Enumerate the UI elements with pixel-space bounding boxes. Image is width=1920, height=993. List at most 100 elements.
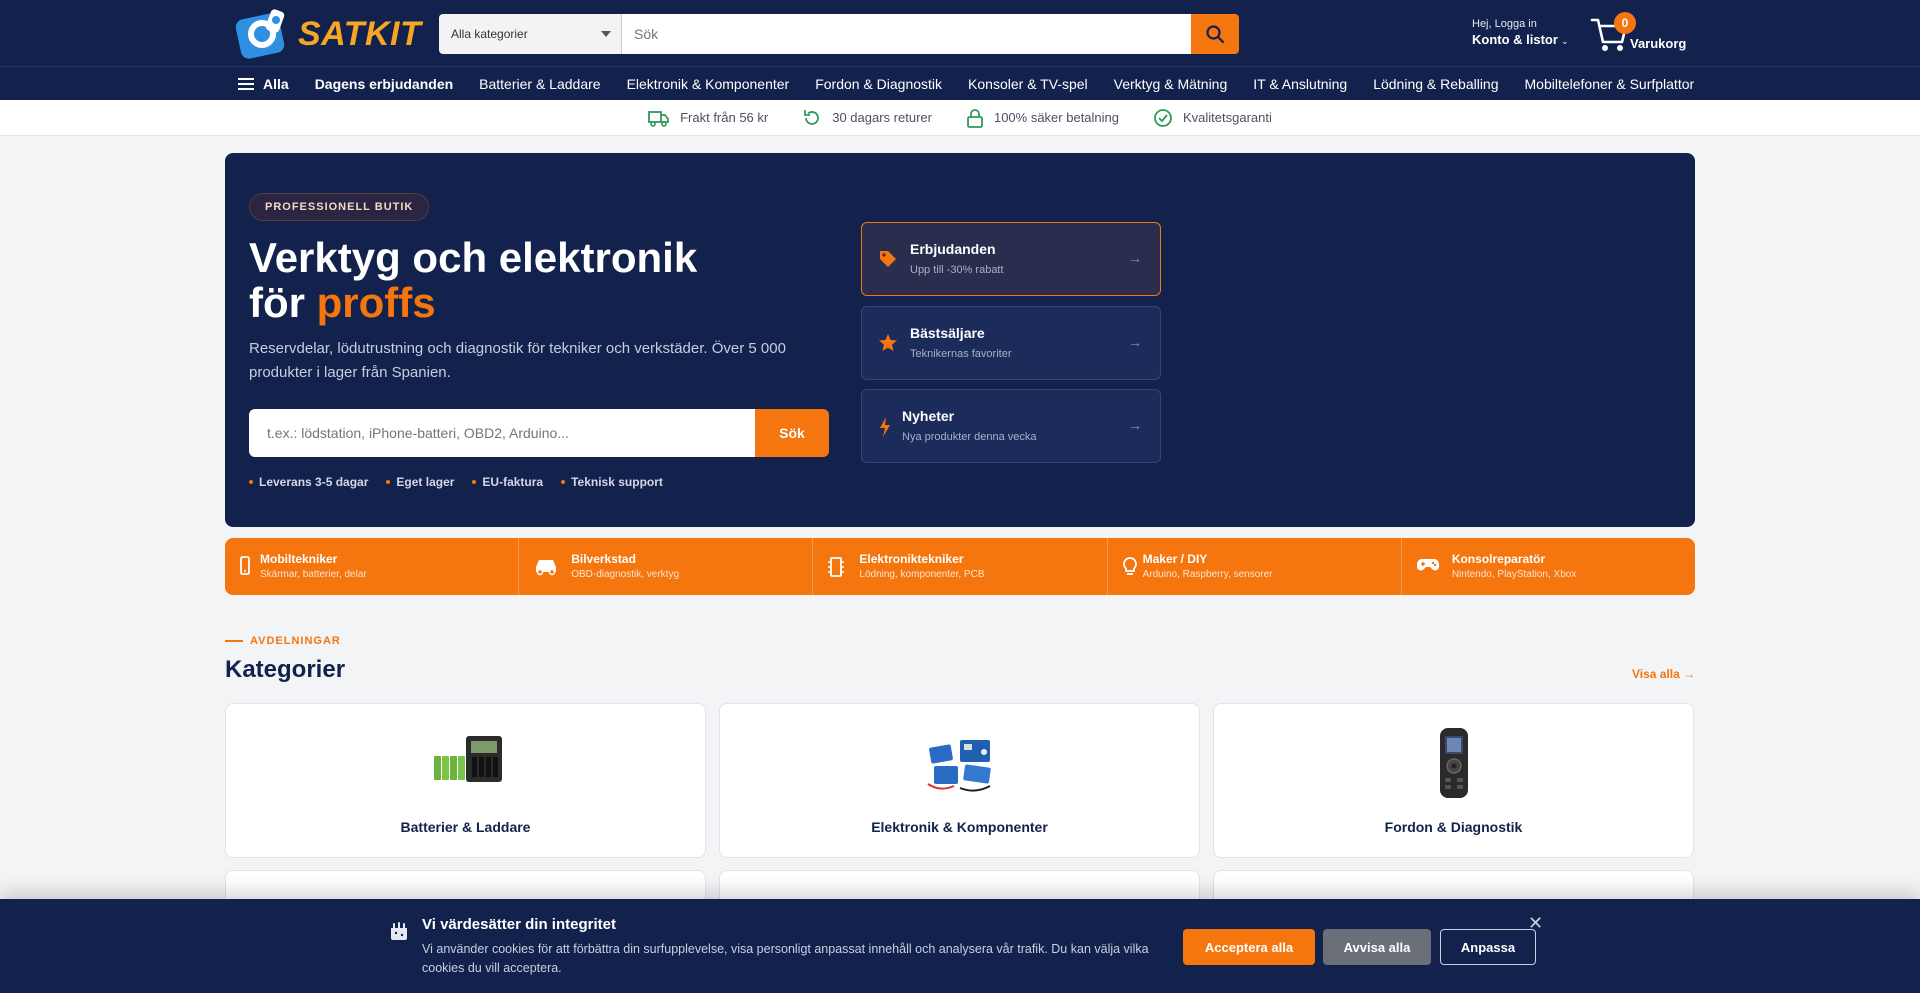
star-icon: [879, 334, 897, 351]
check-circle-icon: [1154, 108, 1172, 127]
eyebrow-label: AVDELNINGAR: [250, 635, 341, 647]
segment-electronics[interactable]: Elektroniktekniker Lödning, komponenter,…: [813, 538, 1108, 595]
logo-mark-icon: [234, 8, 296, 60]
logo-text: SATKIT: [298, 14, 422, 53]
promo-subtitle: Upp till -30% rabatt: [910, 264, 1004, 276]
nav-item-soldering[interactable]: Lödning & Reballing: [1373, 76, 1498, 92]
hero-search: Sök: [249, 409, 829, 457]
phone-icon: [240, 556, 250, 575]
promo-news[interactable]: Nyheter Nya produkter denna vecka →: [861, 389, 1161, 463]
account-label: Konto & listor: [1472, 32, 1558, 47]
see-all-link[interactable]: Visa alla →: [1632, 667, 1695, 681]
chip-icon: [828, 557, 845, 577]
segment-subtitle: Lödning, komponenter, PCB: [859, 569, 985, 580]
hero-title-prefix: för: [249, 279, 317, 326]
nav-item-electronics[interactable]: Elektronik & Komponenter: [627, 76, 790, 92]
promo-subtitle: Nya produkter denna vecka: [902, 431, 1037, 443]
section-eyebrow: AVDELNINGAR: [225, 635, 341, 647]
hamburger-icon: [238, 78, 254, 90]
nav-all-menu[interactable]: Alla: [238, 76, 289, 92]
nav-item-batteries[interactable]: Batterier & Laddare: [479, 76, 600, 92]
close-icon[interactable]: ✕: [1528, 913, 1543, 934]
search-button[interactable]: [1191, 14, 1239, 54]
hero-title-accent: proffs: [316, 279, 436, 326]
accept-all-button[interactable]: Acceptera alla: [1183, 929, 1315, 965]
account-greeting: Hej, Logga in: [1472, 18, 1537, 30]
category-card-vehicles[interactable]: Fordon & Diagnostik: [1213, 703, 1694, 858]
arrow-right-icon: →: [1128, 250, 1142, 266]
nav-item-vehicles[interactable]: Fordon & Diagnostik: [815, 76, 942, 92]
main-nav: Alla Dagens erbjudanden Batterier & Ladd…: [0, 66, 1920, 100]
hero-bullet-label: Eget lager: [396, 475, 455, 489]
hero-description: Reservdelar, lödutrustning och diagnosti…: [249, 340, 786, 381]
nav-item-deals[interactable]: Dagens erbjudanden: [315, 76, 453, 92]
truck-icon: [648, 110, 669, 127]
chevron-down-icon: ⌄: [1560, 36, 1569, 46]
segment-subtitle: OBD-diagnostik, verktyg: [571, 569, 680, 580]
promo-title: Nyheter: [902, 408, 955, 424]
arrow-right-icon: →: [1128, 417, 1142, 433]
segment-console[interactable]: Konsolreparatör Nintendo, PlayStation, X…: [1402, 538, 1695, 595]
hero-search-input[interactable]: [249, 409, 755, 457]
bullet-dot-icon: [561, 480, 566, 484]
nav-item-mobile[interactable]: Mobiltelefoner & Surfplattor: [1525, 76, 1695, 92]
hero-bullets: Leverans 3-5 dagar Eget lager EU-faktura…: [249, 475, 663, 489]
hero-bullet-label: Leverans 3-5 dagar: [259, 475, 369, 489]
hero-bullet: Leverans 3-5 dagar: [249, 475, 368, 489]
cart-button[interactable]: 0 Varukorg: [1590, 12, 1690, 56]
bullet-dot-icon: [249, 480, 253, 484]
promo-subtitle: Teknikernas favoriter: [910, 348, 1012, 360]
hero-badge: PROFESSIONELL BUTIK: [249, 193, 430, 221]
chevron-down-icon: [601, 31, 611, 37]
trust-bar: Frakt från 56 kr 30 dagars returer 100% …: [0, 100, 1920, 136]
battery-charger-icon: [433, 736, 502, 782]
arrow-right-icon: →: [1128, 334, 1142, 350]
segment-mobile[interactable]: Mobiltekniker Skärmar, batterier, delar: [225, 538, 520, 595]
cookie-title: Vi värdesätter din integritet: [422, 916, 616, 933]
promo-title: Erbjudanden: [910, 241, 996, 257]
segment-title: Konsolreparatör: [1451, 552, 1546, 566]
promo-title: Bästsäljare: [910, 325, 985, 341]
eyebrow-line: [225, 640, 243, 642]
hero-title: Verktyg och elektronik för proffs: [249, 235, 697, 325]
trust-item-shipping: Frakt från 56 kr: [648, 109, 768, 127]
reject-all-button[interactable]: Avvisa alla: [1323, 929, 1431, 965]
hero-search-button[interactable]: Sök: [755, 409, 829, 457]
segment-maker[interactable]: Maker / DIY Arduino, Raspberry, sensorer: [1108, 538, 1402, 595]
trust-label: Kvalitetsgaranti: [1183, 110, 1272, 125]
cart-label: Varukorg: [1630, 36, 1687, 51]
promo-bestsellers[interactable]: Bästsäljare Teknikernas favoriter →: [861, 306, 1161, 380]
site-logo[interactable]: SATKIT: [234, 8, 421, 60]
category-card-batteries[interactable]: Batterier & Laddare: [225, 703, 706, 858]
segment-car[interactable]: Bilverkstad OBD-diagnostik, verktyg: [519, 538, 814, 595]
hero-bullet-label: Teknisk support: [571, 475, 663, 489]
trust-label: 30 dagars returer: [832, 110, 932, 125]
hero-title-line1: Verktyg och elektronik: [249, 234, 698, 281]
nav-item-consoles[interactable]: Konsoler & TV-spel: [968, 76, 1088, 92]
hero-bullet: Teknisk support: [561, 475, 663, 489]
segment-subtitle: Nintendo, PlayStation, Xbox: [1451, 569, 1577, 580]
customize-button[interactable]: Anpassa: [1440, 929, 1536, 965]
bulb-icon: [1122, 557, 1137, 575]
bolt-icon: [880, 417, 890, 437]
hero-bullet-label: EU-faktura: [482, 475, 544, 489]
category-label: Fordon & Diagnostik: [1384, 819, 1523, 835]
search-input[interactable]: [622, 14, 1191, 54]
cookie-banner: Vi värdesätter din integritet Vi använde…: [0, 899, 1920, 993]
category-card-electronics[interactable]: Elektronik & Komponenter: [719, 703, 1200, 858]
nav-item-it[interactable]: IT & Anslutning: [1253, 76, 1347, 92]
nav-item-tools[interactable]: Verktyg & Mätning: [1114, 76, 1228, 92]
category-label: Batterier & Laddare: [400, 819, 531, 835]
trust-item-returns: 30 dagars returer: [802, 108, 932, 128]
segment-title: Maker / DIY: [1142, 552, 1208, 566]
top-header: SATKIT Alla kategorier Hej, Logga in Kon…: [0, 0, 1920, 66]
category-select[interactable]: Alla kategorier: [439, 14, 622, 54]
category-label: Elektronik & Komponenter: [871, 819, 1048, 835]
account-menu[interactable]: Hej, Logga in Konto & listor ⌄: [1472, 18, 1568, 47]
segment-title: Elektroniktekniker: [859, 552, 964, 566]
promo-deals[interactable]: Erbjudanden Upp till -30% rabatt →: [861, 222, 1161, 296]
car-icon: [536, 560, 557, 576]
section-title: Kategorier: [225, 656, 346, 683]
trust-item-quality: Kvalitetsgaranti: [1153, 108, 1272, 128]
trust-label: 100% säker betalning: [993, 110, 1119, 125]
